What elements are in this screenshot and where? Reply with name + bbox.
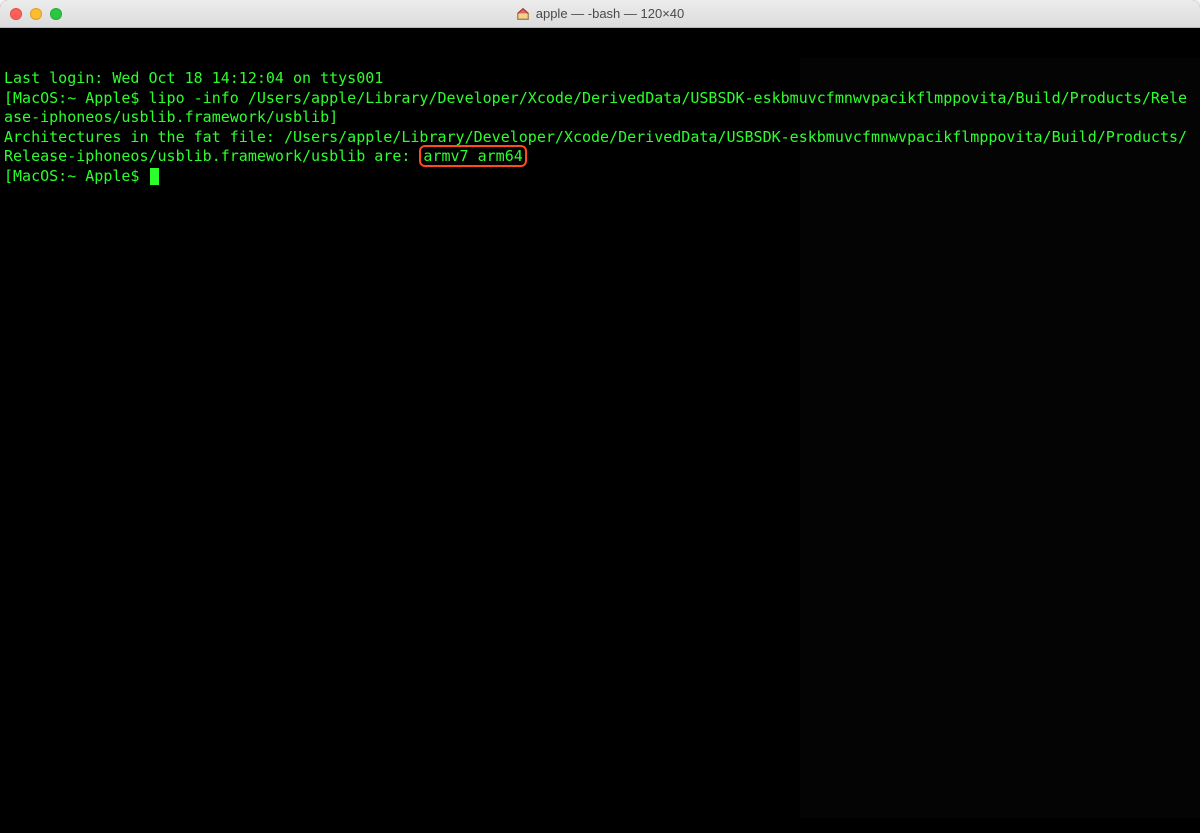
command-1: lipo -info /Users/apple/Library/Develope… <box>4 89 1187 127</box>
window-title-text: apple — -bash — 120×40 <box>536 6 685 21</box>
prompt-open-bracket: [ <box>4 89 13 107</box>
output-line: Architectures in the fat file: /Users/ap… <box>4 128 1196 167</box>
prompt-open-bracket-2: [ <box>4 167 13 185</box>
prompt-1: MacOS:~ Apple$ <box>13 89 148 107</box>
last-login-line: Last login: Wed Oct 18 14:12:04 on ttys0… <box>4 69 1196 89</box>
terminal-body[interactable]: Last login: Wed Oct 18 14:12:04 on ttys0… <box>0 28 1200 833</box>
prompt-close-bracket: ] <box>329 108 338 126</box>
terminal-window: apple — -bash — 120×40 Last login: Wed O… <box>0 0 1200 833</box>
command-line-1: [MacOS:~ Apple$ lipo -info /Users/apple/… <box>4 89 1196 128</box>
prompt-2: MacOS:~ Apple$ <box>13 167 148 185</box>
zoom-icon[interactable] <box>50 8 62 20</box>
minimize-icon[interactable] <box>30 8 42 20</box>
command-line-2: [MacOS:~ Apple$ <box>4 167 1196 187</box>
close-icon[interactable] <box>10 8 22 20</box>
titlebar[interactable]: apple — -bash — 120×40 <box>0 0 1200 28</box>
home-icon <box>516 7 530 21</box>
cursor-block <box>150 168 159 185</box>
window-title: apple — -bash — 120×40 <box>0 6 1200 21</box>
output-prefix: Architectures in the fat file: /Users/ap… <box>4 128 1187 166</box>
architectures-highlight: armv7 arm64 <box>419 145 526 167</box>
traffic-lights <box>0 8 62 20</box>
